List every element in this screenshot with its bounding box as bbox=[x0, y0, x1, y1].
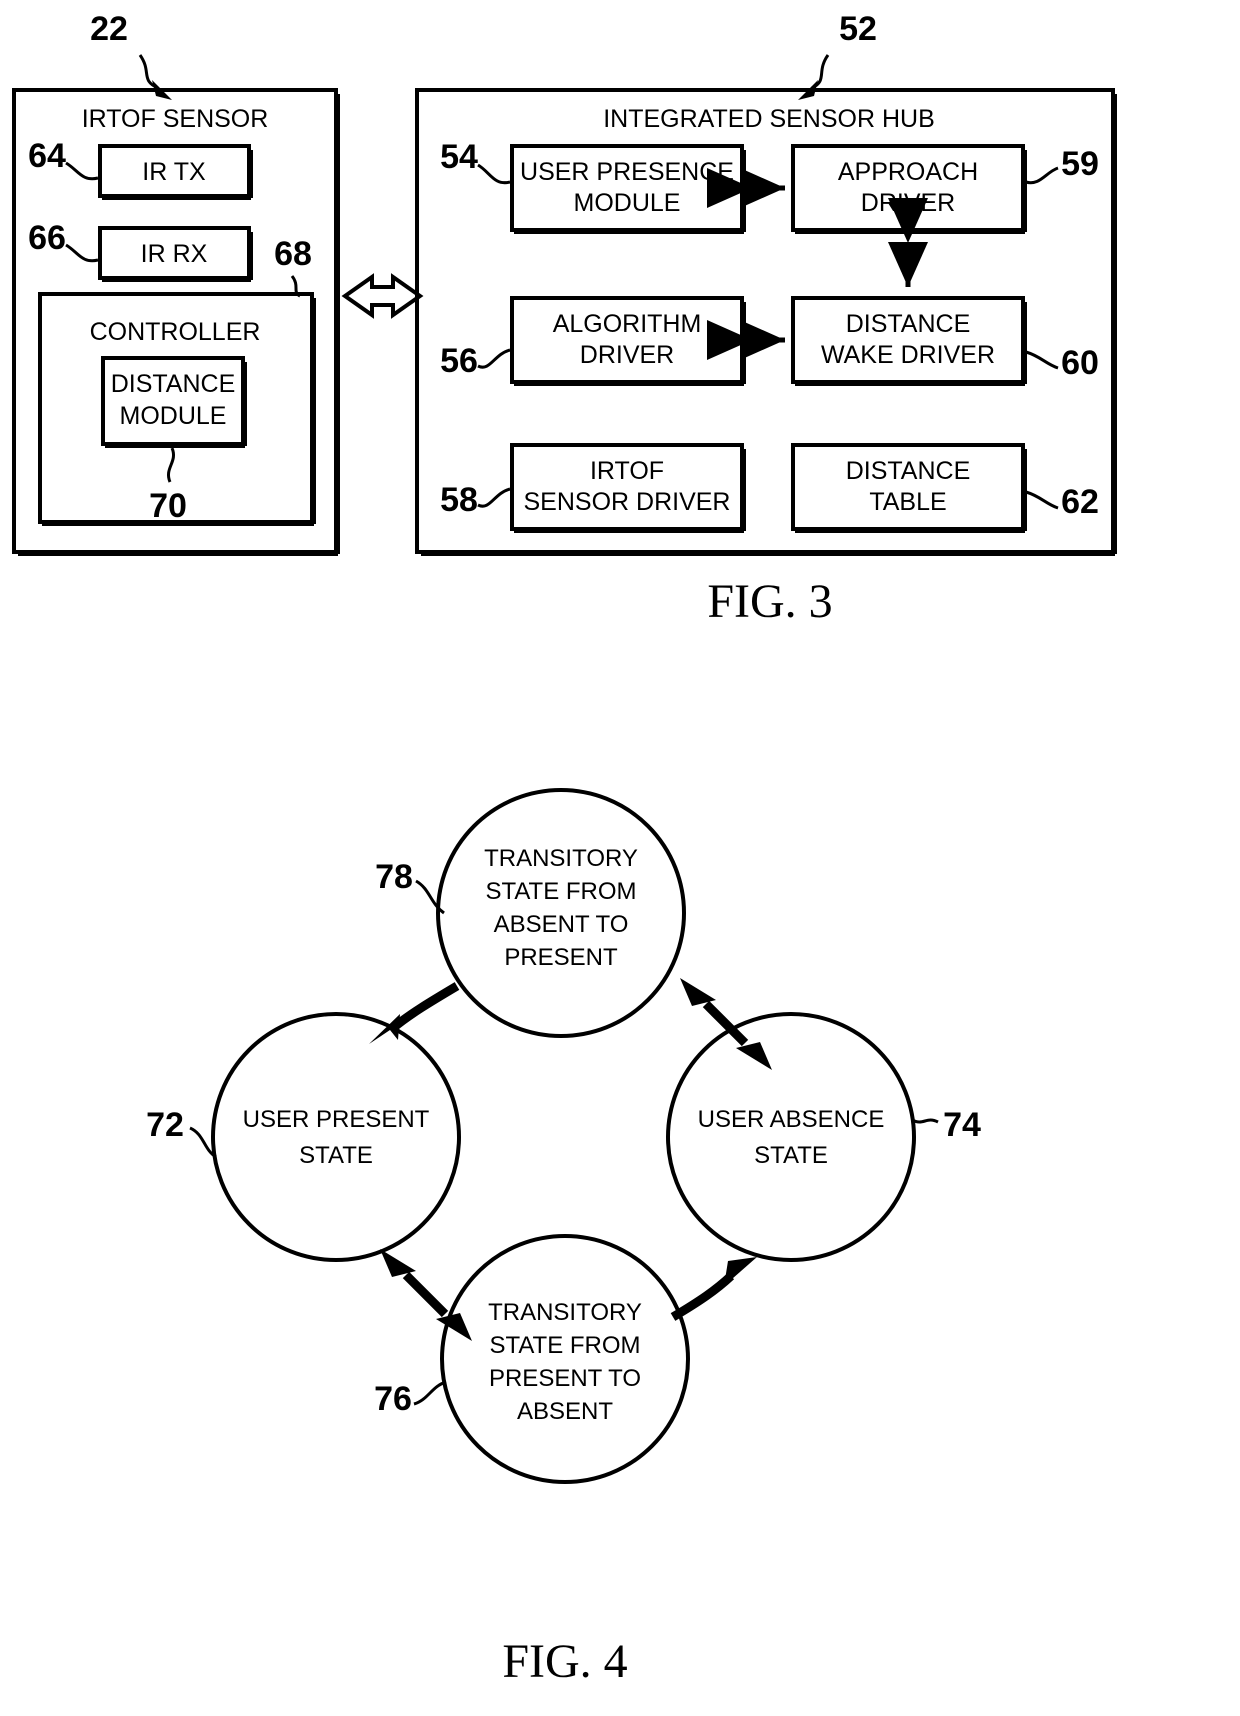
distance-wake-driver-line1: DISTANCE bbox=[846, 310, 971, 338]
ref-58-label: 58 bbox=[440, 481, 478, 519]
patent-figure-sheet: 22 52 IRTOF SENSOR IR TX 64 IR RX 66 CON… bbox=[0, 0, 1240, 1716]
approach-driver-line2: DRIVER bbox=[861, 189, 955, 217]
ref-74-leader bbox=[911, 1118, 939, 1124]
algorithm-driver-line2: DRIVER bbox=[580, 341, 674, 369]
ir-tx-label: IR TX bbox=[142, 158, 206, 186]
state-76-line2: STATE FROM bbox=[489, 1332, 640, 1359]
ref-78-label: 78 bbox=[375, 858, 413, 896]
ref-56-label: 56 bbox=[440, 342, 478, 380]
distance-wake-driver-line2: WAKE DRIVER bbox=[821, 341, 995, 369]
ref-52-label: 52 bbox=[839, 10, 877, 48]
irtof-sensor-driver-line2: SENSOR DRIVER bbox=[524, 488, 731, 516]
state-78-line1: TRANSITORY bbox=[484, 845, 638, 872]
ref-72-label: 72 bbox=[146, 1106, 184, 1144]
ref-60-label: 60 bbox=[1061, 344, 1099, 382]
state-76-line4: ABSENT bbox=[517, 1398, 613, 1425]
state-72-line1: USER PRESENT bbox=[243, 1106, 430, 1133]
fig3-caption: FIG. 3 bbox=[707, 575, 832, 628]
state-78-line2: STATE FROM bbox=[485, 878, 636, 905]
ref-59-label: 59 bbox=[1061, 145, 1099, 183]
state-74-line1: USER ABSENCE bbox=[698, 1106, 885, 1133]
state-78-line4: PRESENT bbox=[504, 944, 618, 971]
fig4-caption: FIG. 4 bbox=[502, 1635, 627, 1688]
ref-64-label: 64 bbox=[28, 137, 66, 175]
controller-label: CONTROLLER bbox=[90, 318, 261, 346]
state-74-line2: STATE bbox=[754, 1142, 828, 1169]
ref-62-label: 62 bbox=[1061, 483, 1099, 521]
ref-74-label: 74 bbox=[943, 1106, 981, 1144]
distance-table-line1: DISTANCE bbox=[846, 457, 971, 485]
approach-driver-line1: APPROACH bbox=[838, 158, 978, 186]
state-78-line3: ABSENT TO bbox=[494, 911, 629, 938]
state-76-line3: PRESENT TO bbox=[489, 1365, 641, 1392]
state-72-line2: STATE bbox=[299, 1142, 373, 1169]
distance-module-line1: DISTANCE bbox=[111, 370, 236, 398]
hub-title: INTEGRATED SENSOR HUB bbox=[603, 105, 935, 133]
state-76-line1: TRANSITORY bbox=[488, 1299, 642, 1326]
irtof-sensor-driver-line1: IRTOF bbox=[590, 457, 664, 485]
ir-rx-label: IR RX bbox=[141, 240, 208, 268]
user-presence-module-line2: MODULE bbox=[574, 189, 681, 217]
ref-66-label: 66 bbox=[28, 219, 66, 257]
algorithm-driver-line1: ALGORITHM bbox=[553, 310, 702, 338]
user-presence-module-line1: USER PRESENCE bbox=[520, 158, 734, 186]
distance-module-line2: MODULE bbox=[120, 402, 227, 430]
ref-76-label: 76 bbox=[374, 1380, 412, 1418]
ref-68-label: 68 bbox=[274, 235, 312, 273]
ref-22-label: 22 bbox=[90, 10, 128, 48]
distance-table-line2: TABLE bbox=[869, 488, 946, 516]
ref-54-label: 54 bbox=[440, 138, 478, 176]
ref-70-label: 70 bbox=[149, 487, 187, 525]
irtof-sensor-title: IRTOF SENSOR bbox=[82, 105, 269, 133]
